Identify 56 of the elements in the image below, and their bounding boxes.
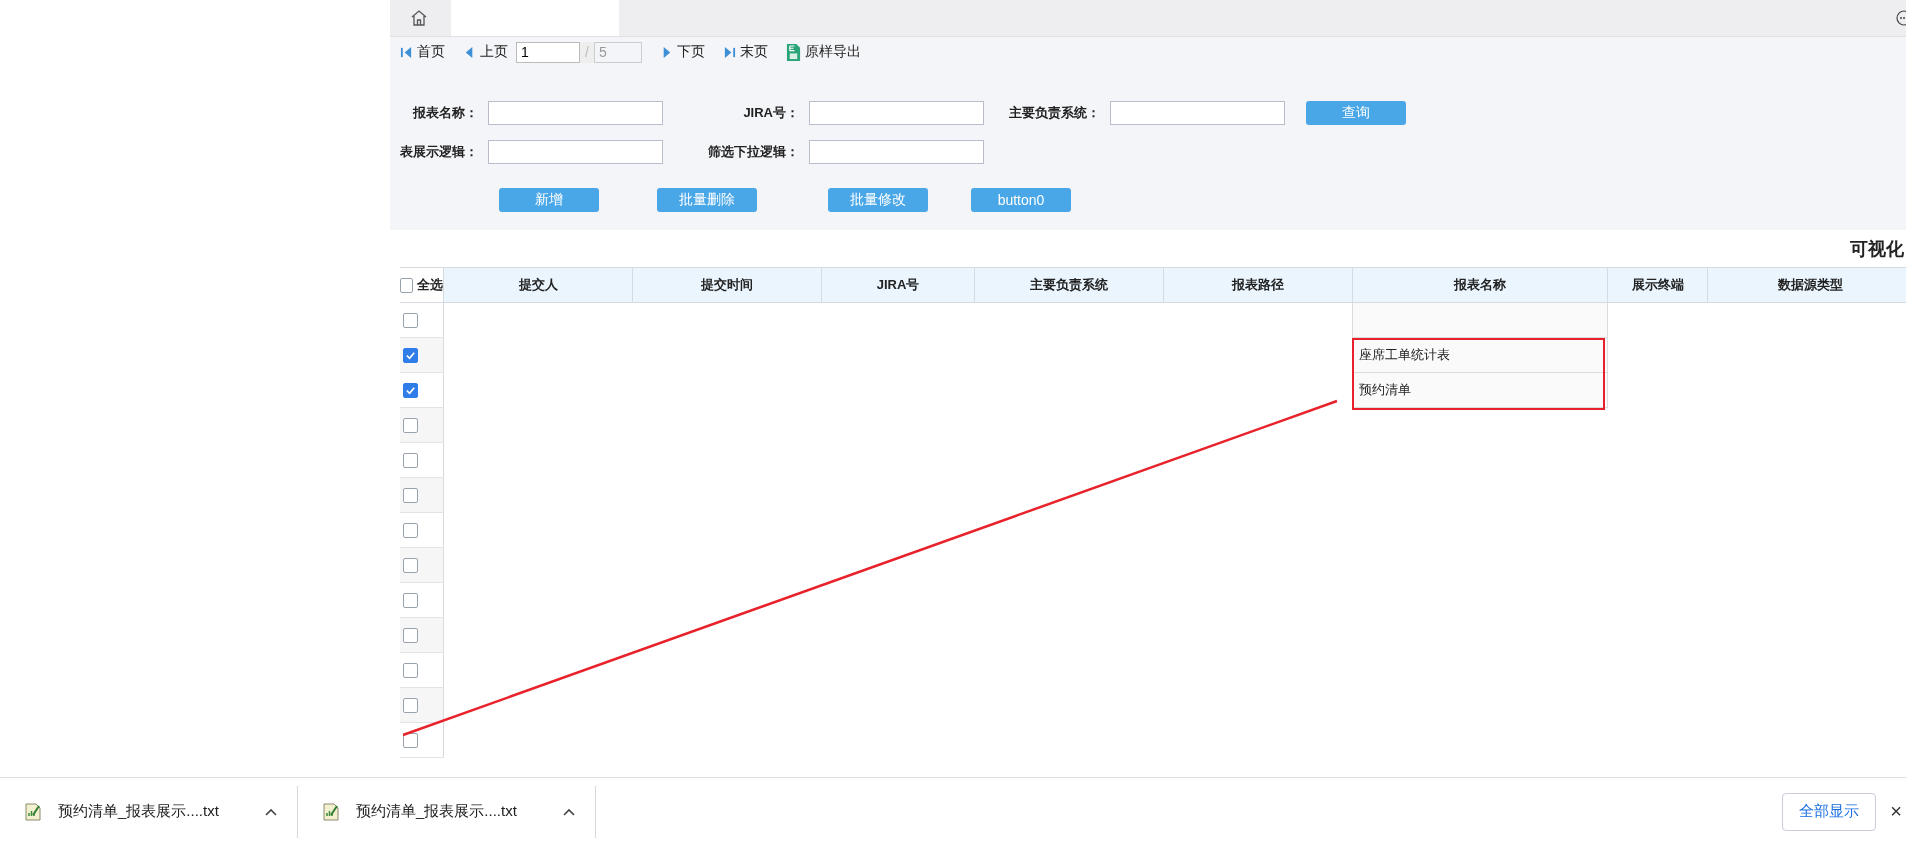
column-header: 主要负责系统 <box>1030 277 1108 292</box>
field-label: 筛选下拉逻辑： <box>707 143 800 161</box>
home-icon[interactable] <box>410 9 428 27</box>
page-separator: / <box>580 41 594 63</box>
checkbox[interactable] <box>403 523 418 539</box>
checkbox[interactable] <box>403 628 418 644</box>
checkbox[interactable] <box>400 277 413 293</box>
download-file-name[interactable]: 预约清单_报表展示....txt <box>356 802 551 821</box>
column-header: 提交人 <box>518 277 558 292</box>
checkbox[interactable] <box>403 698 418 714</box>
last-page-button[interactable]: 末页 <box>723 43 768 61</box>
column-header: 展示终端 <box>1631 277 1684 292</box>
field-label: JIRA号： <box>742 104 800 122</box>
download-file-name[interactable]: 预约清单_报表展示....txt <box>58 802 253 821</box>
first-page-button[interactable]: 首页 <box>400 43 445 61</box>
close-button[interactable]: × <box>1890 800 1902 823</box>
column-header: 报表名称 <box>1454 277 1506 292</box>
column-header: JIRA号 <box>876 277 920 292</box>
column-header: 数据源类型 <box>1778 277 1843 292</box>
checkbox[interactable] <box>403 663 418 679</box>
checkbox[interactable] <box>403 348 418 364</box>
checkbox[interactable] <box>403 733 418 749</box>
show-all-button[interactable]: 全部显示 <box>1782 792 1877 831</box>
column-header: 报表路径 <box>1232 277 1284 292</box>
checkbox[interactable] <box>403 383 418 399</box>
next-page-button[interactable]: 下页 <box>660 43 705 61</box>
page-number-field[interactable]: 1 <box>516 41 580 63</box>
previous-page-button[interactable]: 上页 <box>463 43 508 61</box>
text-file-icon <box>322 801 340 822</box>
checkbox[interactable] <box>403 453 418 469</box>
text-field[interactable] <box>488 101 663 125</box>
table-cell: 座席工单统计表 <box>1359 347 1450 362</box>
checkbox[interactable] <box>403 418 418 434</box>
checkbox[interactable] <box>403 488 418 504</box>
skip-start-icon <box>400 45 413 59</box>
text-file-icon <box>24 801 42 822</box>
export-button[interactable]: 原样导出 <box>786 42 861 62</box>
field-label: 表展示逻辑： <box>399 143 479 161</box>
table-cell: 预约清单 <box>1359 382 1411 397</box>
text-field[interactable] <box>809 101 984 125</box>
text-field[interactable] <box>809 140 984 164</box>
checkbox[interactable] <box>403 558 418 574</box>
field-label: 报表名称： <box>411 104 479 122</box>
caret-up-icon <box>563 807 575 816</box>
text-field[interactable] <box>1110 101 1285 125</box>
text-field[interactable] <box>488 140 663 164</box>
spreadsheet-icon <box>786 42 801 62</box>
total-pages-field: 5 <box>594 41 642 63</box>
checkbox[interactable] <box>403 313 418 329</box>
skip-end-icon <box>723 45 736 59</box>
report-title: 可视化 <box>1850 237 1904 261</box>
checkbox[interactable] <box>403 593 418 609</box>
select-all-label: 全选 <box>417 276 443 294</box>
caret-up-icon <box>265 807 277 816</box>
column-header: 提交时间 <box>701 277 753 292</box>
field-label: 主要负责系统： <box>1008 104 1101 122</box>
